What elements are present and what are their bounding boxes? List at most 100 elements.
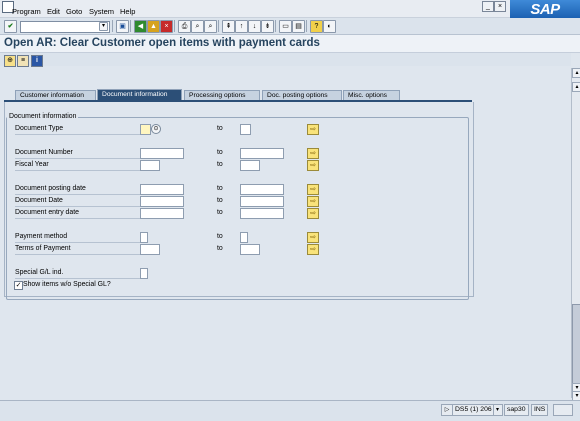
multiple-selection-icon[interactable]: ⇨	[307, 160, 319, 171]
first-page-icon[interactable]: ⇞	[222, 20, 235, 33]
label-underline	[15, 206, 140, 207]
entry-date-to-input[interactable]	[240, 208, 284, 219]
terms-of-payment-from-input[interactable]	[140, 244, 160, 255]
save-icon[interactable]: ▣	[116, 20, 129, 33]
toolbar-separator	[306, 20, 307, 32]
document-date-label: Document Date	[15, 197, 63, 204]
payment-method-from-input[interactable]	[140, 232, 148, 243]
label-underline	[15, 170, 140, 171]
to-label: to	[217, 233, 223, 240]
document-number-to-input[interactable]	[240, 148, 284, 159]
execute-icon[interactable]: ⊕	[4, 55, 16, 67]
label-underline	[15, 242, 140, 243]
document-number-label: Document Number	[15, 149, 73, 156]
document-posting-date-label: Document posting date	[15, 185, 86, 192]
multiple-selection-icon[interactable]: ⇨	[307, 124, 319, 135]
enter-icon[interactable]: ✔	[4, 20, 17, 33]
status-extra-field	[553, 404, 573, 416]
document-type-label: Document Type	[15, 125, 64, 132]
server-name: sap30	[504, 404, 529, 416]
document-number-from-input[interactable]	[140, 148, 184, 159]
show-items-checkbox-label: Show items w/o Special GL?	[23, 281, 111, 288]
toolbar-separator	[218, 20, 219, 32]
menu-goto[interactable]: Goto	[66, 7, 82, 16]
label-underline	[15, 158, 140, 159]
multiple-selection-icon[interactable]: ⇨	[307, 148, 319, 159]
close-window-icon[interactable]: ×	[494, 1, 506, 12]
exit-icon[interactable]: ▲	[147, 20, 160, 33]
find-icon[interactable]: ⌕	[191, 20, 204, 33]
toolbar-separator	[130, 20, 131, 32]
back-icon[interactable]: ◀	[134, 20, 147, 33]
to-label: to	[217, 185, 223, 192]
scroll-top-icon[interactable]: ▴	[572, 68, 580, 78]
fiscal-year-from-input[interactable]	[140, 160, 160, 171]
minimize-icon[interactable]: _	[482, 1, 494, 12]
screen-title: Open AR: Clear Customer open items with …	[4, 37, 320, 49]
document-date-from-input[interactable]	[140, 196, 184, 207]
to-label: to	[217, 209, 223, 216]
to-label: to	[217, 149, 223, 156]
menu-program[interactable]: Program	[12, 7, 41, 16]
terms-of-payment-to-input[interactable]	[240, 244, 260, 255]
search-help-icon[interactable]: ⊙	[151, 124, 161, 134]
document-date-to-input[interactable]	[240, 196, 284, 207]
customize-layout-icon[interactable]: ◐	[323, 20, 336, 33]
multiple-selection-icon[interactable]: ⇨	[307, 184, 319, 195]
previous-page-icon[interactable]: ↑	[235, 20, 248, 33]
create-session-icon[interactable]: ▭	[279, 20, 292, 33]
document-type-to-input[interactable]	[240, 124, 251, 135]
toolbar-separator	[275, 20, 276, 32]
last-page-icon[interactable]: ⇟	[261, 20, 274, 33]
application-toolbar	[0, 53, 571, 66]
label-underline	[15, 194, 140, 195]
command-history-icon[interactable]: ▾	[99, 22, 108, 31]
toolbar-separator	[174, 20, 175, 32]
multiple-selection-icon[interactable]: ⇨	[307, 196, 319, 207]
command-field[interactable]	[20, 21, 110, 33]
insert-mode[interactable]: INS	[531, 404, 549, 416]
to-label: to	[217, 245, 223, 252]
multiple-selection-icon[interactable]: ⇨	[307, 244, 319, 255]
program-documentation-icon[interactable]: i	[31, 55, 43, 67]
get-variant-icon[interactable]: ≡	[17, 55, 29, 67]
document-entry-date-label: Document entry date	[15, 209, 79, 216]
terms-of-payment-label: Terms of Payment	[15, 245, 71, 252]
help-icon[interactable]: ?	[310, 20, 323, 33]
system-info[interactable]: DS5 (1) 206	[452, 404, 495, 416]
document-type-from-input[interactable]	[140, 124, 151, 135]
fiscal-year-to-input[interactable]	[240, 160, 260, 171]
find-next-icon[interactable]: ⌕	[204, 20, 217, 33]
menu-help[interactable]: Help	[120, 7, 135, 16]
scrollbar-thumb[interactable]	[572, 304, 580, 384]
posting-date-from-input[interactable]	[140, 184, 184, 195]
payment-method-label: Payment method	[15, 233, 68, 240]
entry-date-from-input[interactable]	[140, 208, 184, 219]
label-underline	[15, 278, 140, 279]
toolbar-separator	[112, 20, 113, 32]
system-info-dropdown-icon[interactable]: ▾	[493, 404, 503, 416]
to-label: to	[217, 197, 223, 204]
label-underline	[15, 254, 140, 255]
menu-system[interactable]: System	[89, 7, 114, 16]
to-label: to	[217, 161, 223, 168]
special-gl-ind-input[interactable]	[140, 268, 148, 279]
scroll-up-icon[interactable]: ▴	[572, 82, 580, 92]
posting-date-to-input[interactable]	[240, 184, 284, 195]
group-title: Document information	[7, 112, 79, 122]
generate-shortcut-icon[interactable]: ▤	[292, 20, 305, 33]
fiscal-year-label: Fiscal Year	[15, 161, 49, 168]
menu-edit[interactable]: Edit	[47, 7, 60, 16]
show-items-checkbox[interactable]: ✓	[14, 281, 23, 290]
next-page-icon[interactable]: ↓	[248, 20, 261, 33]
multiple-selection-icon[interactable]: ⇨	[307, 208, 319, 219]
to-label: to	[217, 125, 223, 132]
multiple-selection-icon[interactable]: ⇨	[307, 232, 319, 243]
sap-logo: SAP	[510, 0, 580, 19]
cancel-icon[interactable]: ×	[160, 20, 173, 33]
print-icon[interactable]: ⎙	[178, 20, 191, 33]
label-underline	[15, 134, 140, 135]
label-underline	[15, 218, 140, 219]
special-gl-ind-label: Special G/L ind.	[15, 269, 64, 276]
payment-method-to-input[interactable]	[240, 232, 248, 243]
